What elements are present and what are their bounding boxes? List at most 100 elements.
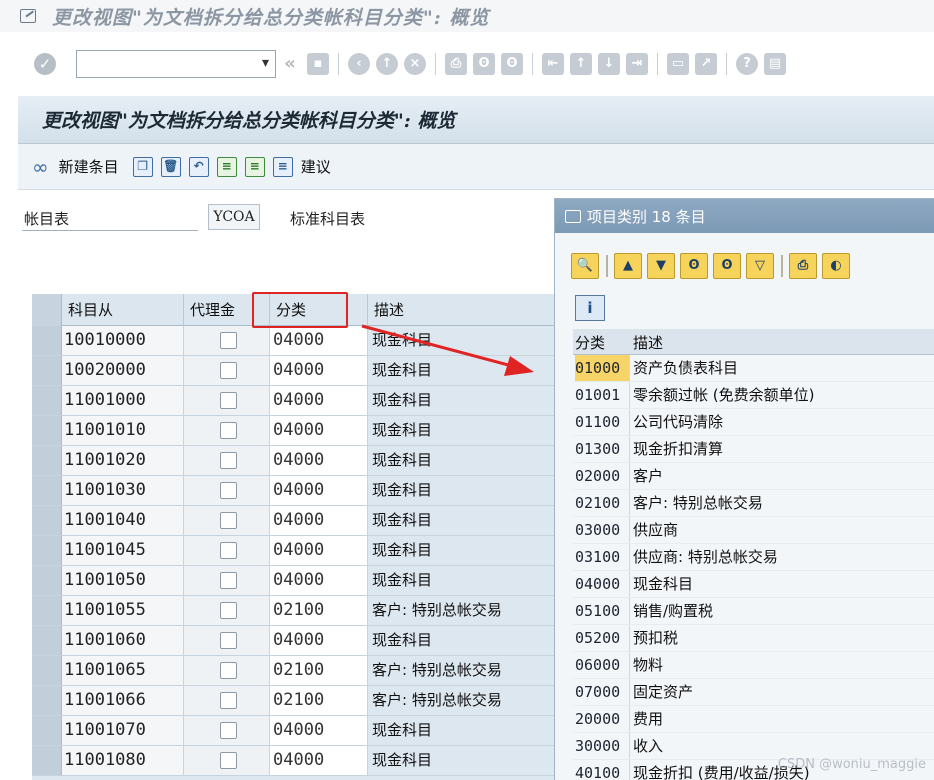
list-item[interactable]: 30000 收入 [573,733,934,760]
table-row[interactable]: 11001050 04000 现金科目 [32,566,554,596]
category-description[interactable]: 零余额过帐 (免费余额单位) [633,382,814,408]
category-code[interactable]: 40100 [575,760,629,780]
category-code[interactable]: 20000 [575,706,629,732]
account-cell[interactable]: 11001066 [62,686,184,715]
category-description[interactable]: 销售/购置税 [633,598,713,624]
account-cell[interactable]: 11001030 [62,476,184,505]
category-description[interactable]: 固定资产 [633,679,693,705]
proposal-button[interactable]: 建议 [301,156,331,177]
category-code[interactable]: 02100 [575,490,629,516]
reconciliation-checkbox[interactable] [220,482,237,499]
category-description[interactable]: 客户: 特别总帐交易 [633,490,763,516]
category-description[interactable]: 资产负债表科目 [633,355,738,381]
filter-icon[interactable]: ▽ [746,253,774,279]
select-all-cell[interactable] [32,294,62,326]
reconciliation-checkbox[interactable] [220,392,237,409]
details-icon[interactable]: 🔍 [571,253,599,279]
list-item[interactable]: 01100 公司代码清除 [573,409,934,436]
category-code[interactable]: 30000 [575,733,629,759]
list-item[interactable]: 03100 供应商: 特别总帐交易 [573,544,934,571]
category-input[interactable]: 04000 [270,536,368,565]
find-next-icon[interactable]: ʘ [713,253,741,279]
account-cell[interactable]: 11001050 [62,566,184,595]
table-row[interactable]: 11001065 02100 客户: 特别总帐交易 [32,656,554,686]
category-code[interactable]: 06000 [575,652,629,678]
category-description[interactable]: 现金科目 [633,571,693,597]
category-code[interactable]: 03100 [575,544,629,570]
category-description[interactable]: 收入 [633,733,663,759]
table-row[interactable]: 11001045 04000 现金科目 [32,536,554,566]
find-next-icon[interactable]: ʘ [501,53,523,75]
row-selector[interactable] [32,416,62,445]
list-item[interactable]: 01300 现金折扣清算 [573,436,934,463]
category-code[interactable]: 03000 [575,517,629,543]
category-code[interactable]: 02000 [575,463,629,489]
deselect-all-icon[interactable]: ≡ [272,156,293,177]
account-cell[interactable]: 11001045 [62,536,184,565]
category-code[interactable]: 05200 [575,625,629,651]
undo-icon[interactable]: ↶ [188,156,209,177]
reconciliation-checkbox[interactable] [220,662,237,679]
category-input[interactable]: 04000 [270,416,368,445]
category-description[interactable]: 客户 [633,463,663,489]
exit-icon[interactable]: ↑ [376,53,398,75]
category-input[interactable]: 04000 [270,716,368,745]
table-row[interactable]: 11001040 04000 现金科目 [32,506,554,536]
row-selector[interactable] [32,566,62,595]
first-page-icon[interactable]: ⇤ [542,53,564,75]
command-field[interactable]: ▾ [76,50,276,78]
header-description[interactable]: 描述 [368,294,554,326]
account-cell[interactable]: 11001010 [62,416,184,445]
reconciliation-checkbox[interactable] [220,722,237,739]
category-input[interactable]: 04000 [270,326,368,355]
row-selector[interactable] [32,356,62,385]
account-cell[interactable]: 11001020 [62,446,184,475]
glasses-icon[interactable]: ∞ [32,155,49,179]
category-description[interactable]: 供应商: 特别总帐交易 [633,544,778,570]
category-code[interactable]: 04000 [575,571,629,597]
category-input[interactable]: 04000 [270,446,368,475]
category-code[interactable]: 01300 [575,436,629,462]
account-cell[interactable]: 11001065 [62,656,184,685]
chart-of-accounts-field[interactable]: YCOA [208,204,260,230]
category-description[interactable]: 预扣税 [633,625,678,651]
find-icon[interactable]: ʘ [680,253,708,279]
row-selector[interactable] [32,686,62,715]
back-icon[interactable]: ‹ [348,53,370,75]
reconciliation-checkbox[interactable] [220,332,237,349]
category-code[interactable]: 01001 [575,382,629,408]
info-icon[interactable]: i [575,295,605,321]
category-code[interactable]: 01000 [575,355,629,381]
list-item[interactable]: 02000 客户 [573,463,934,490]
table-row[interactable]: 10010000 04000 现金科目 [32,326,554,356]
select-all-icon[interactable]: ≡ [216,156,237,177]
new-session-icon[interactable]: ▭ [667,53,689,75]
table-row[interactable]: 11001070 04000 现金科目 [32,716,554,746]
row-selector[interactable] [32,536,62,565]
category-input[interactable]: 02100 [270,656,368,685]
account-cell[interactable]: 11001055 [62,596,184,625]
list-item[interactable]: 05200 预扣税 [573,625,934,652]
category-description[interactable]: 供应商 [633,517,678,543]
table-row[interactable]: 11001080 04000 现金科目 [32,746,554,776]
select-block-icon[interactable]: ≡ [244,156,265,177]
table-row[interactable]: 11001030 04000 现金科目 [32,476,554,506]
row-selector[interactable] [32,476,62,505]
sort-descending-icon[interactable]: ▼ [647,253,675,279]
row-selector[interactable] [32,746,62,775]
account-cell[interactable]: 11001080 [62,746,184,775]
print-icon[interactable]: ⎙ [445,53,467,75]
find-icon[interactable]: ʘ [473,53,495,75]
row-selector[interactable] [32,446,62,475]
reconciliation-checkbox[interactable] [220,422,237,439]
list-item[interactable]: 20000 费用 [573,706,934,733]
cancel-icon[interactable]: × [404,53,426,75]
reconciliation-checkbox[interactable] [220,542,237,559]
account-cell[interactable]: 11001040 [62,506,184,535]
prev-page-icon[interactable]: ↑ [570,53,592,75]
chevron-down-icon[interactable]: ▾ [262,55,269,71]
account-cell[interactable]: 11001060 [62,626,184,655]
delete-icon[interactable]: 🗑 [160,156,181,177]
category-input[interactable]: 02100 [270,686,368,715]
row-selector[interactable] [32,626,62,655]
